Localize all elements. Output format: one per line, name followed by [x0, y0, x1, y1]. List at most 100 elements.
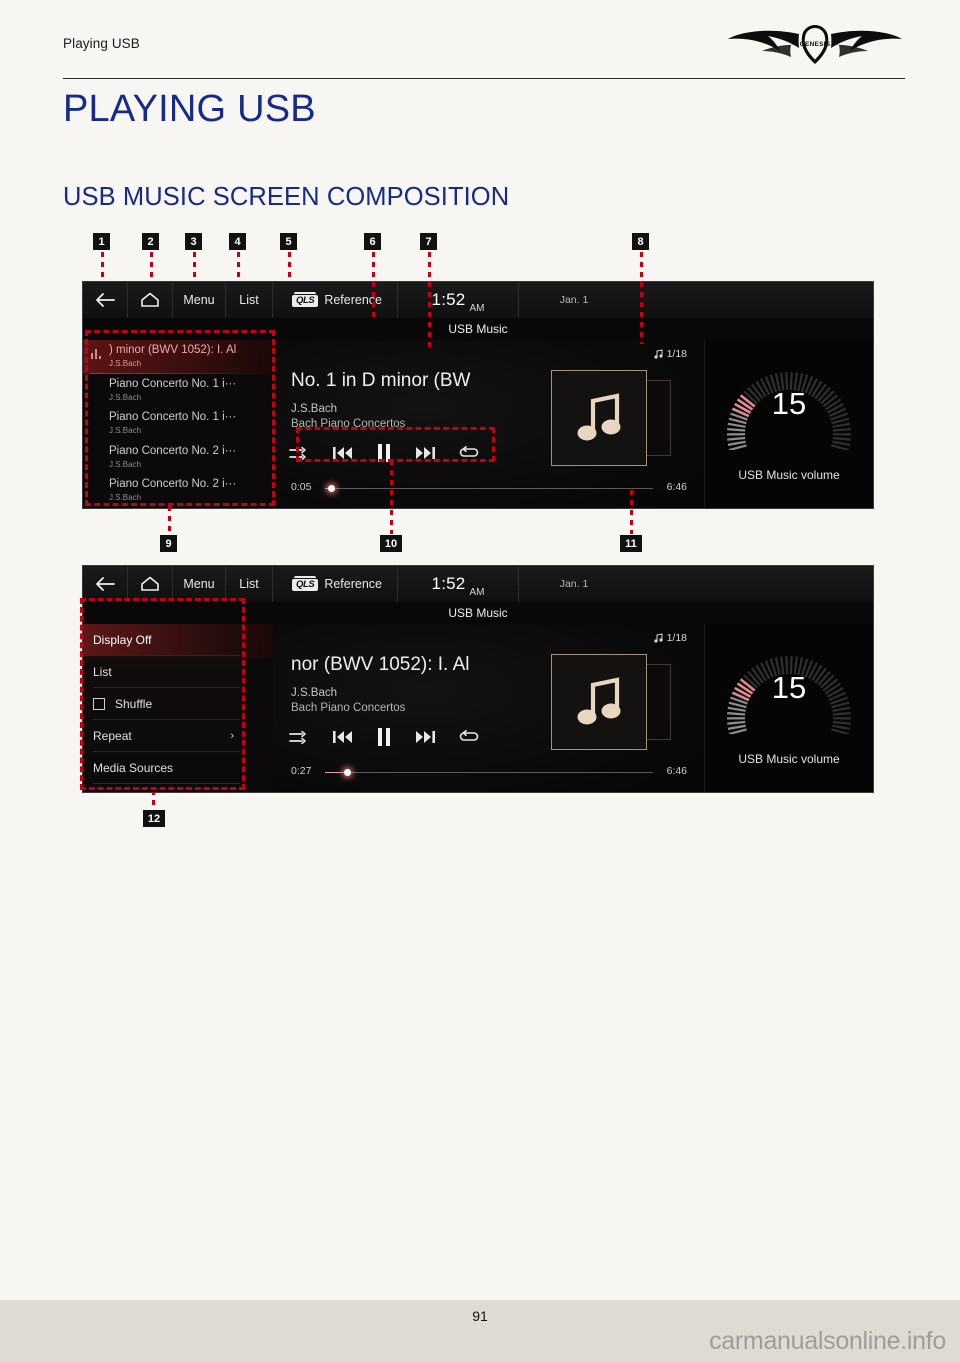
- progress-track[interactable]: [325, 769, 653, 776]
- progress-knob[interactable]: [328, 485, 336, 492]
- now-playing-artist: J.S.Bach: [291, 687, 338, 699]
- elapsed-time: 0:05: [291, 481, 312, 493]
- callout-leader-4: [237, 252, 240, 282]
- menu-item-shuffle[interactable]: Shuffle: [83, 688, 246, 720]
- context-menu[interactable]: Display Off List Shuffle Repeat › Media …: [83, 624, 246, 792]
- menu-button[interactable]: Menu: [173, 282, 226, 318]
- date-label: Jan. 1: [559, 578, 589, 590]
- music-note-icon: [653, 349, 663, 359]
- list-item-title: Piano Concerto No. 1 i···: [109, 377, 237, 390]
- previous-track-button[interactable]: [333, 446, 353, 460]
- track-counter-label: 1/18: [666, 348, 687, 360]
- next-track-button[interactable]: [415, 446, 435, 460]
- callout-leader-1: [101, 252, 104, 282]
- album-art-primary: [551, 654, 647, 750]
- reference-sound-button[interactable]: QLS Reference: [273, 566, 398, 602]
- source-title: USB Music: [83, 318, 873, 340]
- shuffle-button[interactable]: [289, 446, 309, 460]
- album-art-stack: [551, 650, 671, 758]
- list-item[interactable]: ) minor (BWV 1052): I. Al J.S.Bach: [83, 340, 273, 374]
- next-track-button[interactable]: [415, 730, 435, 744]
- volume-value: 15: [771, 670, 807, 705]
- now-playing-title: No. 1 in D minor (BW: [291, 370, 471, 391]
- shuffle-button[interactable]: [289, 730, 309, 744]
- list-item[interactable]: Piano Concerto No. 1 i··· J.S.Bach: [83, 407, 273, 441]
- list-item-title: Piano Concerto No. 2 i···: [109, 478, 237, 491]
- watermark: carmanualsonline.info: [709, 1327, 946, 1355]
- progress-track[interactable]: [325, 485, 653, 492]
- back-arrow-icon[interactable]: [83, 566, 128, 602]
- list-button[interactable]: List: [226, 282, 273, 318]
- list-item[interactable]: Piano Concerto No. 2 i··· J.S.Bach: [83, 441, 273, 475]
- callout-leader-6: [372, 252, 375, 320]
- infotainment-screen-usb-music: Menu List QLS Reference 1:52 AM Jan. 1 U…: [82, 281, 874, 509]
- menu-button[interactable]: Menu: [173, 566, 226, 602]
- clock-time: 1:52: [431, 290, 466, 309]
- album-art-stack: [551, 366, 671, 474]
- manual-page: Playing USB GENESIS PLAYING USB USB MUSI…: [0, 0, 960, 1362]
- list-item-title: Piano Concerto No. 2 i···: [109, 444, 237, 457]
- track-counter-label: 1/18: [666, 632, 687, 644]
- volume-panel: 15 USB Music volume: [704, 340, 873, 508]
- callout-leader-9: [168, 506, 171, 534]
- now-playing-artist: J.S.Bach: [291, 403, 338, 415]
- menu-item-media-sources[interactable]: Media Sources: [83, 752, 246, 784]
- callout-leader-2: [150, 252, 153, 282]
- callout-10: 10: [380, 535, 402, 552]
- header-divider: [63, 78, 905, 79]
- now-playing-panel: 1/18 nor (BWV 1052): I. Al J.S.Bach Bach…: [273, 624, 705, 792]
- playback-controls: [289, 728, 479, 746]
- clock: 1:52 AM: [398, 566, 519, 602]
- callout-11: 11: [620, 535, 642, 552]
- list-item-title: ) minor (BWV 1052): I. Al: [109, 344, 237, 356]
- callout-4: 4: [229, 233, 246, 250]
- total-time: 6:46: [666, 765, 687, 777]
- volume-panel: 15 USB Music volume: [704, 624, 873, 792]
- clock-ampm: AM: [469, 587, 485, 598]
- back-arrow-icon[interactable]: [83, 282, 128, 318]
- callout-1: 1: [93, 233, 110, 250]
- reference-sound-button[interactable]: QLS Reference: [273, 282, 398, 318]
- volume-label: USB Music volume: [738, 752, 840, 766]
- now-playing-title: nor (BWV 1052): I. Al: [291, 654, 470, 675]
- repeat-button[interactable]: [459, 730, 479, 744]
- list-item[interactable]: Piano Concerto No. 2 i··· J.S.Bach: [83, 474, 273, 508]
- pause-button[interactable]: [377, 728, 391, 746]
- menu-item-display-off[interactable]: Display Off: [83, 624, 246, 656]
- screen1-top-bar: Menu List QLS Reference 1:52 AM Jan. 1: [83, 282, 873, 318]
- callout-leader-8: [640, 252, 643, 344]
- chevron-right-icon: ›: [230, 730, 234, 742]
- playback-controls: [289, 444, 479, 462]
- menu-item-label: Shuffle: [115, 697, 153, 711]
- screen2-top-bar: Menu List QLS Reference 1:52 AM Jan. 1: [83, 566, 873, 602]
- clock: 1:52 AM: [398, 282, 519, 318]
- music-note-icon: [577, 677, 621, 725]
- infotainment-screen-usb-music-menu: Menu List QLS Reference 1:52 AM Jan. 1 U…: [82, 565, 874, 793]
- track-counter: 1/18: [653, 348, 687, 360]
- callout-7: 7: [420, 233, 437, 250]
- checkbox-icon[interactable]: [93, 698, 105, 710]
- previous-track-button[interactable]: [333, 730, 353, 744]
- repeat-button[interactable]: [459, 446, 479, 460]
- track-list-panel[interactable]: ) minor (BWV 1052): I. Al J.S.Bach Piano…: [83, 340, 273, 508]
- menu-item-list[interactable]: List: [83, 656, 246, 688]
- progress-bar[interactable]: 0:27 6:46: [291, 764, 687, 780]
- callout-12: 12: [143, 810, 165, 827]
- menu-item-repeat[interactable]: Repeat ›: [83, 720, 246, 752]
- volume-value: 15: [771, 386, 807, 421]
- list-button[interactable]: List: [226, 566, 273, 602]
- track-counter: 1/18: [653, 632, 687, 644]
- home-icon[interactable]: [128, 566, 173, 602]
- pause-button[interactable]: [377, 444, 391, 462]
- clock-ampm: AM: [469, 303, 485, 314]
- breadcrumb: Playing USB: [63, 36, 140, 51]
- callout-leader-5: [288, 252, 291, 282]
- progress-bar[interactable]: 0:05 6:46: [291, 480, 687, 496]
- home-icon[interactable]: [128, 282, 173, 318]
- list-item[interactable]: Piano Concerto No. 1 i··· J.S.Bach: [83, 374, 273, 408]
- menu-item-songs-for-this-artist[interactable]: Songs for This Artist: [83, 784, 246, 792]
- genesis-logo-icon: GENESIS: [725, 22, 905, 68]
- progress-knob[interactable]: [344, 769, 352, 776]
- callout-2: 2: [142, 233, 159, 250]
- source-title: USB Music: [83, 602, 873, 624]
